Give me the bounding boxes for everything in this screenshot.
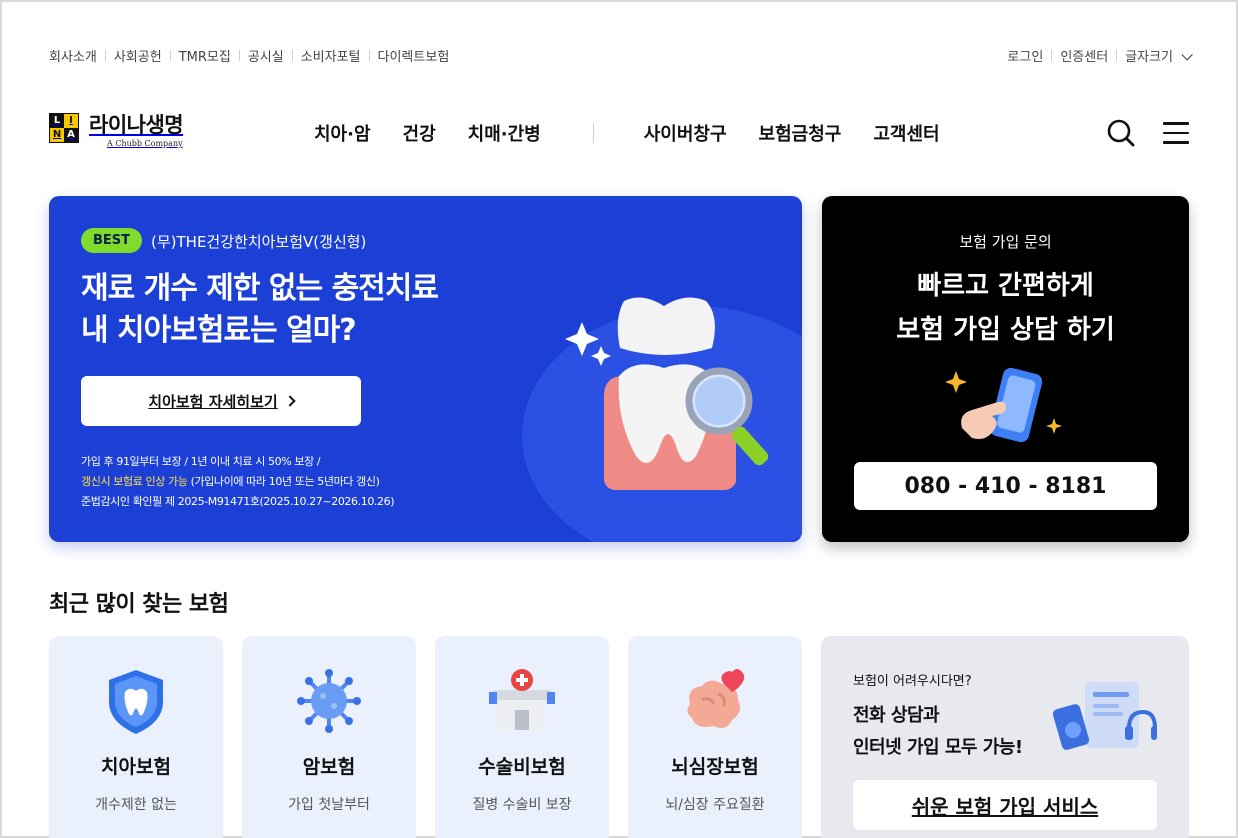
nav-divider [592, 123, 594, 143]
util-link-disclosure[interactable]: 공시실 [248, 46, 284, 65]
utility-links-right: 로그인 인증센터 글자크기 [1007, 46, 1193, 65]
hero-title-line: 재료 개수 제한 없는 충전치료 [81, 271, 439, 306]
product-desc: 가입 첫날부터 [288, 797, 370, 813]
logo-letter: I [64, 114, 78, 128]
product-card-surgery[interactable]: 수술비보험 질병 수술비 보장 [435, 636, 609, 838]
menu-icon[interactable] [1163, 122, 1189, 144]
chevron-right-icon [284, 395, 296, 407]
nav-item-customer-center[interactable]: 고객센터 [873, 120, 939, 146]
nav-item-claims[interactable]: 보험금청구 [759, 120, 842, 146]
nav-item-dementia-care[interactable]: 치매·간병 [468, 120, 541, 146]
divider [291, 49, 293, 61]
product-card-dental[interactable]: 치아보험 개수제한 없는 [49, 636, 223, 838]
divider [368, 49, 370, 61]
product-name: 수술비보험 [478, 756, 566, 778]
header-actions [1107, 119, 1189, 147]
font-size-label: 글자크기 [1125, 49, 1173, 65]
logo-letter: A [67, 129, 75, 140]
product-name: 치아보험 [101, 756, 171, 778]
product-desc: 질병 수술비 보장 [472, 797, 572, 813]
hero-disclaimer: 가입 후 91일부터 보장 / 1년 이내 치료 시 50% 보장 / 갱신시 … [81, 452, 395, 512]
divider [1116, 49, 1118, 61]
logo-letter: N [50, 128, 64, 142]
easy-signup-card: 보험이 어려우시다면? 전화 상담과 인터넷 가입 모두 가능! 쉬운 보험 가… [821, 636, 1189, 838]
util-link-direct[interactable]: 다이렉트보험 [378, 46, 450, 65]
util-link-company[interactable]: 회사소개 [49, 46, 97, 65]
renewal-detail: (가입나이에 따라 10년 또는 5년마다 갱신) [187, 475, 380, 488]
phone-number-button[interactable]: 080 - 410 - 8181 [854, 462, 1157, 510]
product-card-brain-heart[interactable]: 뇌심장보험 뇌/심장 주요질환 [628, 636, 802, 838]
utility-bar: 회사소개 사회공헌 TMR모집 공시실 소비자포털 다이렉트보험 로그인 인증센… [49, 45, 1193, 65]
site-header: L I N A 라이나생명 A Chubb Company 치아·암 건강 치매… [49, 105, 1189, 165]
lina-logo-mark: L I N A [49, 113, 79, 143]
divider [104, 49, 106, 61]
dental-detail-label: 치아보험 자세히보기 [148, 392, 278, 411]
hero-banner[interactable]: BEST (무)THE건강한치아보험V(갱신형) 재료 개수 제한 없는 충전치… [49, 196, 802, 542]
util-link-social[interactable]: 사회공헌 [114, 46, 162, 65]
product-card-cancer[interactable]: 암보험 가입 첫날부터 [242, 636, 416, 838]
renewal-warning: 갱신시 보험료 인상 가능 [81, 475, 188, 488]
hospital-icon [489, 669, 555, 730]
nav-item-cyber-window[interactable]: 사이버창구 [644, 120, 727, 146]
brain-heart-icon [687, 669, 745, 728]
utility-links-left: 회사소개 사회공헌 TMR모집 공시실 소비자포털 다이렉트보험 [49, 46, 449, 65]
divider [238, 49, 240, 61]
divider [1051, 49, 1053, 61]
search-icon[interactable] [1107, 119, 1135, 147]
consult-title: 빠르고 간편하게 보험 가입 상담 하기 [822, 264, 1189, 352]
product-name: 뇌심장보험 [671, 756, 759, 778]
tooth-magnifier-illustration [565, 297, 769, 490]
font-size-toggle[interactable]: 글자크기 [1125, 46, 1193, 65]
phone-support-illustration [1053, 682, 1157, 750]
login-link[interactable]: 로그인 [1007, 46, 1043, 65]
disclaimer-line: 갱신시 보험료 인상 가능 (가입나이에 따라 10년 또는 5년마다 갱신) [81, 472, 394, 492]
disclaimer-line: 준법감시인 확인필 제 2025-M91471호(2025.10.27~2026… [81, 495, 395, 508]
main-nav: 치아·암 건강 치매·간병 사이버창구 보험금청구 고객센터 [314, 120, 972, 146]
section-title-recent: 최근 많이 찾는 보험 [49, 592, 229, 617]
easy-title-line: 인터넷 가입 모두 가능! [853, 737, 1023, 758]
logo-letter: L [53, 115, 61, 126]
util-link-tmr[interactable]: TMR모집 [179, 46, 231, 65]
site-logo[interactable]: L I N A 라이나생명 A Chubb Company [49, 113, 184, 148]
hero-title-line: 내 치아보험료는 얼마? [81, 313, 357, 348]
product-desc: 개수제한 없는 [95, 797, 177, 813]
virus-icon [297, 669, 361, 733]
tooth-shield-icon [109, 670, 163, 734]
product-name: 암보험 [302, 756, 356, 778]
consultation-card[interactable]: 보험 가입 문의 빠르고 간편하게 보험 가입 상담 하기 080 - 410 … [822, 196, 1189, 542]
easy-signup-subtitle: 보험이 어려우시다면? [853, 674, 972, 689]
divider [169, 49, 171, 61]
phone-tap-illustration [945, 367, 1062, 443]
product-desc: 뇌/심장 주요질환 [665, 797, 765, 813]
consult-title-line: 보험 가입 상담 하기 [896, 315, 1115, 345]
dental-detail-button[interactable]: 치아보험 자세히보기 [81, 376, 361, 426]
hero-title: 재료 개수 제한 없는 충전치료 내 치아보험료는 얼마? [81, 268, 439, 352]
easy-signup-button[interactable]: 쉬운 보험 가입 서비스 [853, 780, 1157, 830]
best-badge: BEST [81, 228, 143, 253]
auth-center-link[interactable]: 인증센터 [1060, 46, 1108, 65]
nav-item-dental-cancer[interactable]: 치아·암 [314, 120, 371, 146]
disclaimer-line: 가입 후 91일부터 보장 / 1년 이내 치료 시 50% 보장 / [81, 455, 321, 468]
hero-product-name: (무)THE건강한치아보험V(갱신형) [151, 233, 367, 251]
consult-title-line: 빠르고 간편하게 [917, 271, 1094, 301]
nav-item-health[interactable]: 건강 [403, 120, 436, 146]
util-link-consumer[interactable]: 소비자포털 [301, 46, 361, 65]
logo-name: 라이나생명 [89, 113, 184, 137]
logo-subtitle: A Chubb Company [107, 139, 183, 148]
chevron-down-icon [1181, 48, 1193, 61]
consult-subtitle: 보험 가입 문의 [959, 233, 1052, 251]
easy-title-line: 전화 상담과 [853, 705, 940, 726]
easy-signup-title: 전화 상담과 인터넷 가입 모두 가능! [853, 700, 1023, 764]
